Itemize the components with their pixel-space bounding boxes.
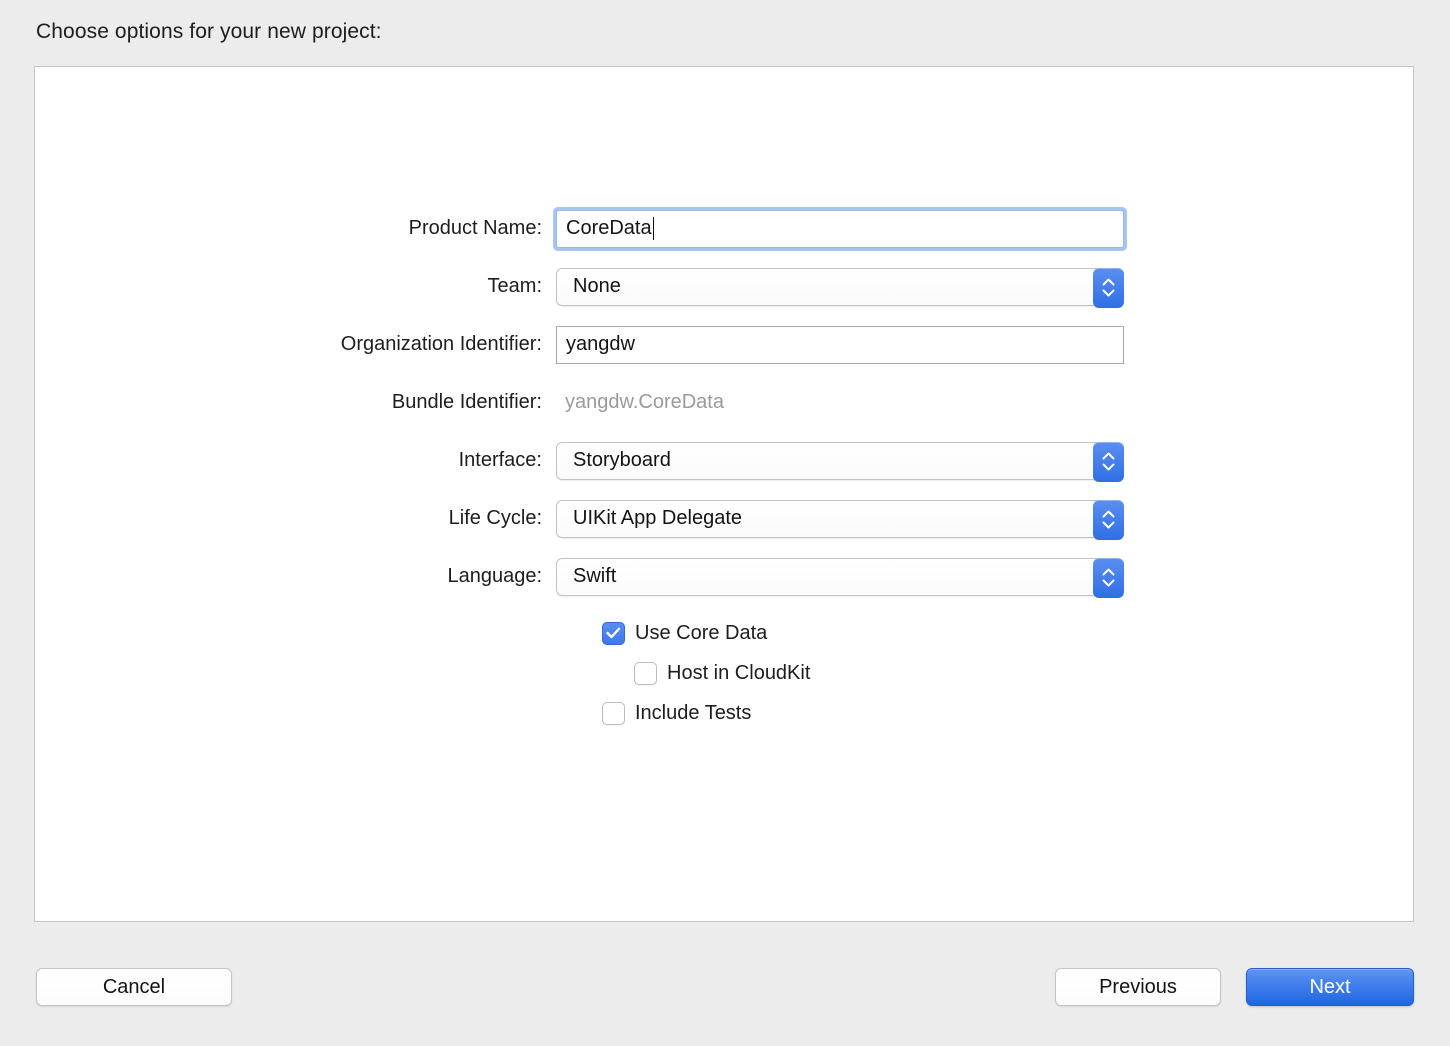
field-product-name: CoreData <box>556 209 1124 248</box>
bundle-identifier-value: yangdw.CoreData <box>565 391 724 413</box>
checkmark-icon <box>606 627 621 639</box>
form-row-organization-identifier: Organization Identifier: yangdw <box>35 325 1415 364</box>
product-name-input[interactable]: CoreData <box>556 209 1124 248</box>
life-cycle-popup-button[interactable]: UIKit App Delegate <box>556 499 1124 540</box>
chevron-up-down-icon[interactable] <box>1093 441 1124 482</box>
include-tests-label: Include Tests <box>635 701 752 724</box>
interface-selected-value: Storyboard <box>573 449 671 471</box>
label-organization-identifier: Organization Identifier: <box>340 333 542 355</box>
field-team: None <box>556 267 1124 308</box>
text-caret <box>652 217 655 240</box>
previous-button[interactable]: Previous <box>1055 968 1221 1006</box>
use-core-data-label: Use Core Data <box>635 621 768 644</box>
next-button[interactable]: Next <box>1246 968 1414 1006</box>
team-selected-value: None <box>573 275 621 297</box>
checkbox-row-host-in-cloudkit[interactable]: Host in CloudKit <box>35 659 1415 687</box>
label-bundle-identifier: Bundle Identifier: <box>391 391 542 413</box>
checkbox-row-include-tests[interactable]: Include Tests <box>35 699 1415 727</box>
life-cycle-selected-value: UIKit App Delegate <box>573 507 742 529</box>
field-interface: Storyboard <box>556 441 1124 482</box>
field-organization-identifier: yangdw <box>556 325 1124 364</box>
field-language: Swift <box>556 557 1124 598</box>
field-life-cycle: UIKit App Delegate <box>556 499 1124 540</box>
options-panel: Product Name: CoreData Team: None Organi… <box>34 66 1414 922</box>
include-tests-checkbox[interactable] <box>602 701 625 725</box>
label-product-name: Product Name: <box>408 217 542 239</box>
label-language: Language: <box>447 565 542 587</box>
host-in-cloudkit-label: Host in CloudKit <box>667 661 811 684</box>
project-options-form: Product Name: CoreData Team: None Organi… <box>35 209 1415 739</box>
language-selected-value: Swift <box>573 565 617 587</box>
organization-identifier-input[interactable]: yangdw <box>556 325 1124 364</box>
checkbox-row-use-core-data[interactable]: Use Core Data <box>35 619 1415 647</box>
form-row-product-name: Product Name: CoreData <box>35 209 1415 248</box>
label-life-cycle: Life Cycle: <box>448 507 542 529</box>
form-row-team: Team: None <box>35 267 1415 308</box>
organization-identifier-value: yangdw <box>566 333 635 355</box>
language-popup-button[interactable]: Swift <box>556 557 1124 598</box>
page-title: Choose options for your new project: <box>36 20 382 43</box>
form-row-language: Language: Swift <box>35 557 1415 598</box>
interface-popup-button[interactable]: Storyboard <box>556 441 1124 482</box>
cancel-button[interactable]: Cancel <box>36 968 232 1006</box>
checkbox-group: Use Core Data Host in CloudKit Include T… <box>35 619 1415 727</box>
host-in-cloudkit-checkbox[interactable] <box>634 661 657 685</box>
product-name-value: CoreData <box>566 217 652 239</box>
field-bundle-identifier: yangdw.CoreData <box>556 391 724 414</box>
label-team: Team: <box>487 275 542 297</box>
form-row-life-cycle: Life Cycle: UIKit App Delegate <box>35 499 1415 540</box>
chevron-up-down-icon[interactable] <box>1093 557 1124 598</box>
use-core-data-checkbox[interactable] <box>602 621 625 645</box>
chevron-up-down-icon[interactable] <box>1093 499 1124 540</box>
label-interface: Interface: <box>458 449 542 471</box>
chevron-up-down-icon[interactable] <box>1093 267 1124 308</box>
team-popup-button[interactable]: None <box>556 267 1124 308</box>
form-row-bundle-identifier: Bundle Identifier: yangdw.CoreData <box>35 387 1415 418</box>
form-row-interface: Interface: Storyboard <box>35 441 1415 482</box>
